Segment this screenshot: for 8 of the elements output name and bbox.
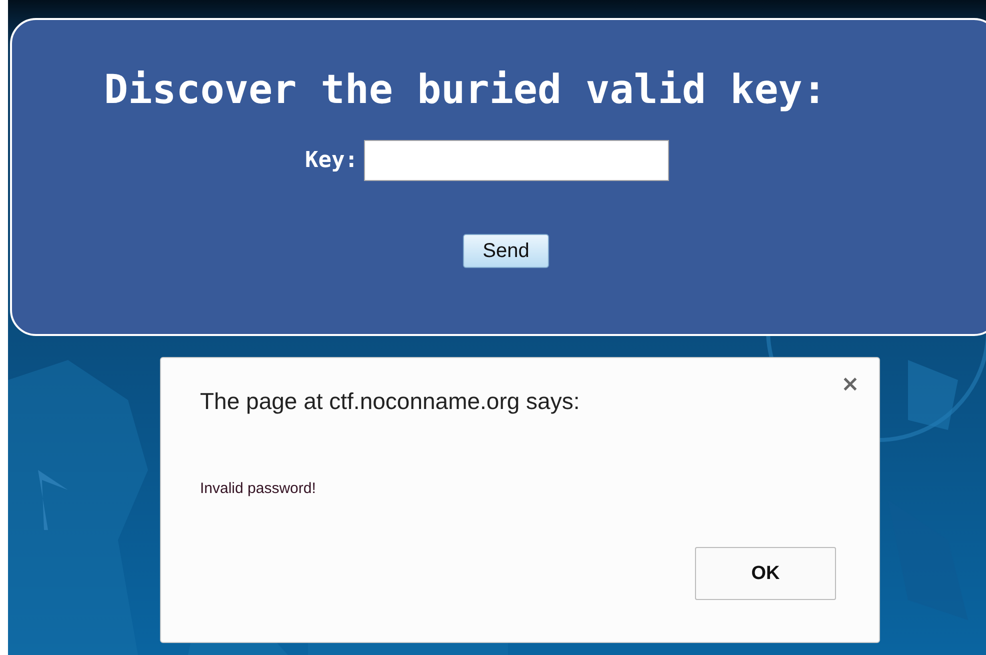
send-button[interactable]: Send [463,234,549,268]
key-input-field[interactable] [364,140,669,181]
close-button[interactable]: × [841,372,860,397]
dialog-message: Invalid password! [200,480,316,497]
key-label: Key: [305,148,358,173]
ok-button[interactable]: OK [695,547,836,600]
dialog-title: The page at ctf.noconname.org says: [200,388,580,415]
page-heading: Discover the buried valid key: [103,66,828,114]
